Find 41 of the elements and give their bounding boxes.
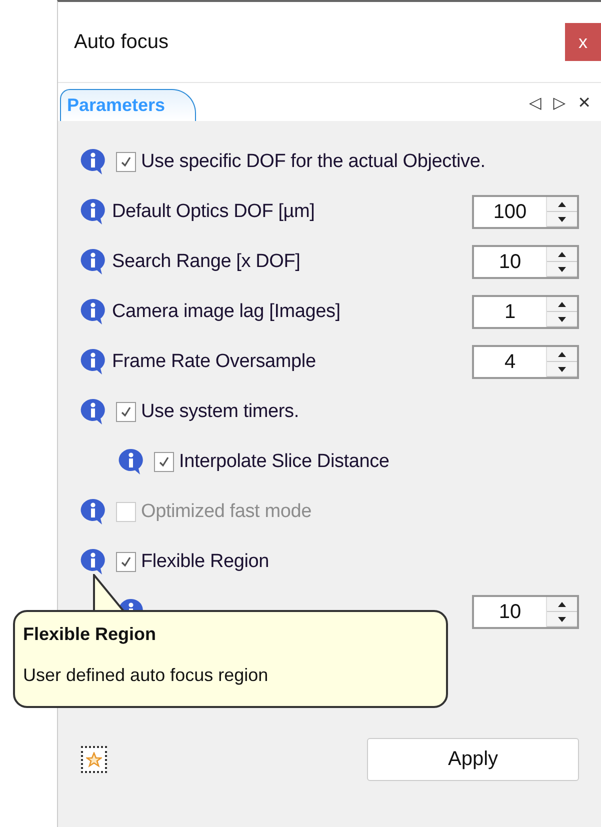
tooltip-text: User defined auto focus region <box>23 665 270 686</box>
window-title: Auto focus <box>74 30 169 54</box>
info-icon[interactable] <box>78 347 108 377</box>
number-spinner[interactable]: 4 <box>472 345 579 379</box>
close-button[interactable]: x <box>565 23 601 61</box>
tab-control-button[interactable]: ✕ <box>578 92 591 112</box>
option-label: Use system timers. <box>141 401 299 423</box>
checkbox[interactable] <box>116 552 136 572</box>
checkbox[interactable] <box>116 152 136 172</box>
check-mark-icon <box>119 155 133 169</box>
info-icon[interactable] <box>78 497 108 527</box>
info-icon[interactable] <box>78 247 108 277</box>
info-icon[interactable] <box>78 147 108 177</box>
setting-label: Camera image lag [Images] <box>112 301 340 323</box>
info-icon[interactable] <box>78 547 108 577</box>
check-mark-icon <box>119 405 133 419</box>
favorite-button[interactable] <box>81 746 107 773</box>
tooltip-title: Flexible Region <box>23 624 158 645</box>
info-icon[interactable] <box>78 397 108 427</box>
star-icon <box>86 752 102 768</box>
number-spinner[interactable]: 10 <box>472 245 579 279</box>
checkbox[interactable] <box>116 402 136 422</box>
tab-control-button[interactable]: ▷ <box>553 92 566 112</box>
info-icon[interactable] <box>78 197 108 227</box>
tab-control-button[interactable]: ◁ <box>528 92 542 112</box>
option-label: Optimized fast mode <box>141 501 312 523</box>
apply-button[interactable]: Apply <box>367 738 579 781</box>
setting-label: Default Optics DOF [µm] <box>112 201 315 223</box>
number-spinner[interactable]: 1 <box>472 295 579 329</box>
checkbox[interactable] <box>154 452 174 472</box>
number-spinner[interactable]: 100 <box>472 195 579 229</box>
option-label: Flexible Region <box>141 551 269 573</box>
check-mark-icon <box>157 455 171 469</box>
info-icon[interactable] <box>116 447 146 477</box>
info-icon[interactable] <box>78 297 108 327</box>
number-spinner[interactable]: 10 <box>472 595 579 629</box>
check-mark-icon <box>119 555 133 569</box>
option-label: Use specific DOF for the actual Objective. <box>141 151 486 173</box>
setting-label: Search Range [x DOF] <box>112 251 300 273</box>
setting-label: Frame Rate Oversample <box>112 351 316 373</box>
option-label: Interpolate Slice Distance <box>179 451 390 473</box>
